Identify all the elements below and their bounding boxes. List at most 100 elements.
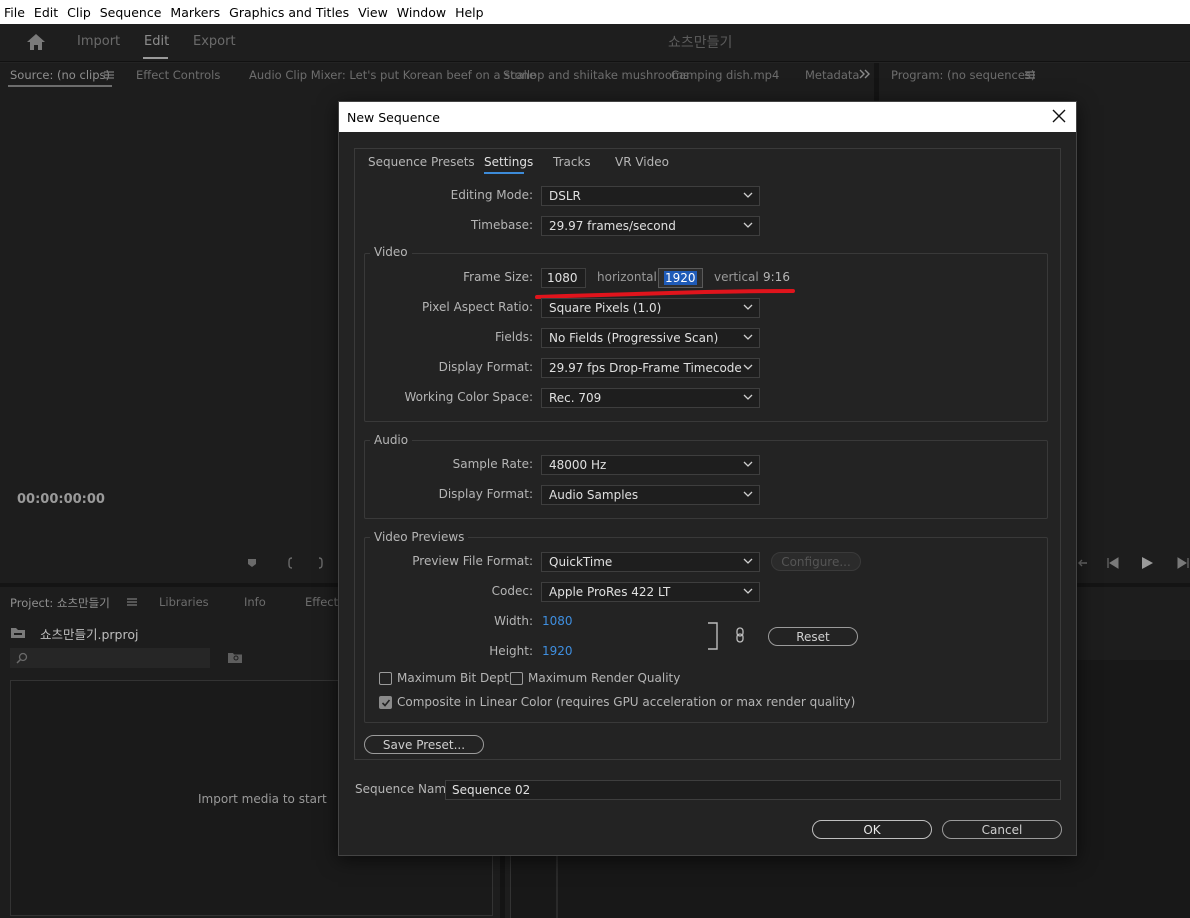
tab-effect-controls[interactable]: Effect Controls <box>136 68 220 82</box>
workspace-header: Import Edit Export 쇼츠만들기 <box>0 24 1190 62</box>
active-panel-tab-indicator <box>8 85 112 87</box>
menu-sequence[interactable]: Sequence <box>100 5 169 20</box>
chain-link-icon[interactable] <box>735 627 745 643</box>
tab-libraries[interactable]: Libraries <box>159 595 209 609</box>
tab-program[interactable]: Program: (no sequences) <box>891 68 1035 82</box>
chevron-down-icon <box>743 461 753 467</box>
sample-rate-dropdown[interactable]: 48000 Hz <box>541 455 760 475</box>
chevron-down-icon <box>743 558 753 564</box>
tab-tracks[interactable]: Tracks <box>553 155 591 169</box>
menu-window[interactable]: Window <box>397 5 453 20</box>
preview-width-value[interactable]: 1080 <box>542 614 573 628</box>
chevron-down-icon <box>743 334 753 340</box>
timebase-dropdown[interactable]: 29.97 frames/second <box>541 216 760 236</box>
program-panel-menu-icon[interactable] <box>1025 71 1035 79</box>
fields-dropdown[interactable]: No Fields (Progressive Scan) <box>541 328 760 348</box>
sequence-name-input[interactable]: Sequence 02 <box>445 780 1061 800</box>
working-color-space-label: Working Color Space: <box>404 390 533 404</box>
video-display-format-label: Display Format: <box>438 360 533 374</box>
ok-button[interactable]: OK <box>812 820 932 839</box>
cancel-button[interactable]: Cancel <box>942 820 1062 839</box>
menu-file[interactable]: File <box>4 5 32 20</box>
audio-display-format-dropdown[interactable]: Audio Samples <box>541 485 760 505</box>
tab-settings[interactable]: Settings <box>484 155 533 169</box>
project-title: 쇼츠만들기 <box>668 35 733 51</box>
audio-group-title: Audio <box>370 433 413 447</box>
working-color-space-dropdown[interactable]: Rec. 709 <box>541 388 760 408</box>
go-to-in-icon[interactable] <box>1076 558 1088 568</box>
video-display-format-value: 29.97 fps Drop-Frame Timecode <box>549 361 742 375</box>
panel-menu-icon[interactable] <box>104 71 114 79</box>
tab-audio-clip-mixer[interactable]: Audio Clip Mixer: Let's put Korean beef … <box>249 68 536 82</box>
max-render-quality-checkbox[interactable] <box>510 672 523 685</box>
editing-mode-dropdown[interactable]: DSLR <box>541 186 760 206</box>
composite-linear-checkbox[interactable] <box>379 696 392 709</box>
audio-display-format-label: Display Format: <box>438 487 533 501</box>
save-preset-button[interactable]: Save Preset... <box>364 735 484 754</box>
tab-source[interactable]: Source: (no clips) <box>10 68 110 82</box>
active-dialog-tab-indicator <box>484 172 524 174</box>
audio-group <box>364 440 1048 519</box>
source-timecode[interactable]: 00:00:00:00 <box>17 492 105 507</box>
frame-size-label: Frame Size: <box>463 270 533 284</box>
sample-rate-value: 48000 Hz <box>549 458 607 472</box>
reset-button[interactable]: Reset <box>768 627 858 646</box>
dialog-titlebar[interactable]: New Sequence <box>339 102 1076 132</box>
add-marker-icon[interactable] <box>247 558 257 568</box>
max-bit-depth-checkbox[interactable] <box>379 672 392 685</box>
fields-value: No Fields (Progressive Scan) <box>549 331 719 345</box>
pixel-aspect-ratio-label: Pixel Aspect Ratio: <box>422 300 533 314</box>
video-previews-group-title: Video Previews <box>370 530 469 544</box>
menu-view[interactable]: View <box>358 5 395 20</box>
audio-display-format-value: Audio Samples <box>549 488 639 502</box>
codec-dropdown[interactable]: Apple ProRes 422 LT <box>541 582 760 602</box>
checkmark-icon <box>381 699 391 707</box>
link-bracket-icon <box>708 622 718 650</box>
more-panels-icon[interactable] <box>859 69 871 79</box>
chevron-down-icon <box>743 192 753 198</box>
tab-vr-video[interactable]: VR Video <box>615 155 669 169</box>
preview-height-value[interactable]: 1920 <box>542 644 573 658</box>
tab-export[interactable]: Export <box>193 34 236 49</box>
search-icon <box>16 652 28 664</box>
configure-button[interactable]: Configure... <box>771 552 861 571</box>
working-color-space-value: Rec. 709 <box>549 391 602 405</box>
menu-edit[interactable]: Edit <box>34 5 65 20</box>
tab-camping-dish[interactable]: Camping dish.mp4 <box>671 68 779 82</box>
video-display-format-dropdown[interactable]: 29.97 fps Drop-Frame Timecode <box>541 358 760 378</box>
chevron-down-icon <box>743 364 753 370</box>
max-render-quality-label: Maximum Render Quality <box>528 671 681 685</box>
mark-in-icon[interactable] <box>286 557 294 569</box>
composite-linear-label: Composite in Linear Color (requires GPU … <box>397 695 856 709</box>
tab-metadata[interactable]: Metadata <box>805 68 859 82</box>
menu-graphics-and-titles[interactable]: Graphics and Titles <box>229 5 356 20</box>
close-icon[interactable] <box>1050 107 1068 125</box>
codec-value: Apple ProRes 422 LT <box>549 585 671 599</box>
preview-file-format-dropdown[interactable]: QuickTime <box>541 552 760 572</box>
project-file-name: 쇼츠만들기.prproj <box>40 627 139 642</box>
mark-out-icon[interactable] <box>317 557 325 569</box>
tab-import[interactable]: Import <box>77 34 120 49</box>
project-panel-menu-icon[interactable] <box>127 598 137 606</box>
home-icon[interactable] <box>26 33 46 51</box>
tab-project[interactable]: Project: 쇼츠만들기 <box>10 595 110 611</box>
menu-markers[interactable]: Markers <box>170 5 227 20</box>
pixel-aspect-ratio-dropdown[interactable]: Square Pixels (1.0) <box>541 298 760 318</box>
step-forward-icon[interactable] <box>1176 557 1190 569</box>
project-search-input[interactable] <box>10 648 210 668</box>
menu-clip[interactable]: Clip <box>67 5 98 20</box>
sequence-name-label: Sequence Name: <box>355 782 458 796</box>
codec-label: Codec: <box>491 584 533 598</box>
tab-edit[interactable]: Edit <box>144 34 169 49</box>
tab-info[interactable]: Info <box>244 595 266 609</box>
find-bin-icon[interactable] <box>228 652 242 663</box>
menu-help[interactable]: Help <box>455 5 491 20</box>
step-back-icon[interactable] <box>1106 557 1120 569</box>
video-group-title: Video <box>370 245 412 259</box>
play-icon[interactable] <box>1141 556 1154 570</box>
tab-scallop-clip[interactable]: Scallop and shiitake mushrooms <box>503 68 689 82</box>
tab-sequence-presets[interactable]: Sequence Presets <box>368 155 475 169</box>
chevron-down-icon <box>743 588 753 594</box>
preview-height-label: Height: <box>489 644 533 658</box>
sample-rate-label: Sample Rate: <box>452 457 533 471</box>
